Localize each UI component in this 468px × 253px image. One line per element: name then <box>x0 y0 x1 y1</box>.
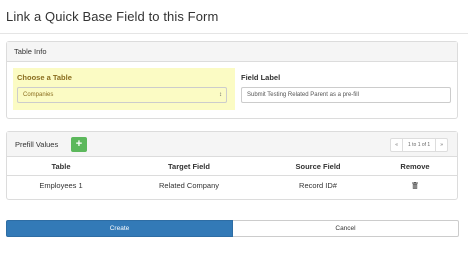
column-header-source-field: Source Field <box>295 162 341 171</box>
field-label-label: Field Label <box>241 73 281 82</box>
choose-table-group: Choose a Table Companies ↕ <box>13 68 235 110</box>
table-info-panel: Table Info Choose a Table Companies ↕ Fi… <box>6 41 458 119</box>
select-caret-icon: ↕ <box>219 92 222 98</box>
table-row: Employees 1 Related Company Record ID# <box>7 176 457 195</box>
prefill-values-panel: Prefill Values + « 1 to 1 of 1 » Table T… <box>6 131 458 200</box>
pager-page-text: 1 to 1 of 1 <box>401 139 437 151</box>
trash-icon[interactable] <box>412 182 418 189</box>
column-header-table: Table <box>51 162 71 171</box>
column-header-remove: Remove <box>400 162 430 171</box>
row-table-cell: Employees 1 <box>39 181 83 190</box>
row-source-field-cell: Record ID# <box>299 181 337 190</box>
table-select-value: Companies <box>23 92 54 98</box>
create-button[interactable]: Create <box>6 220 233 237</box>
title-divider <box>0 33 468 34</box>
cancel-button[interactable]: Cancel <box>233 220 459 237</box>
field-label-input[interactable]: Submit Testing Related Parent as a pre-f… <box>241 87 451 103</box>
choose-table-label: Choose a Table <box>17 73 72 82</box>
prefill-title: Prefill Values <box>15 140 59 149</box>
table-header-row: Table Target Field Source Field Remove <box>7 157 457 176</box>
row-remove-cell <box>373 176 457 195</box>
add-prefill-button[interactable]: + <box>71 137 87 152</box>
pagination: « 1 to 1 of 1 » <box>390 138 448 152</box>
prefill-table: Table Target Field Source Field Remove E… <box>7 157 457 195</box>
pager-prev-button[interactable]: « <box>391 139 402 151</box>
pager-next-button[interactable]: » <box>436 139 447 151</box>
column-header-target-field: Target Field <box>168 162 210 171</box>
table-info-header: Table Info <box>7 42 457 62</box>
prefill-header: Prefill Values + « 1 to 1 of 1 » <box>7 132 457 157</box>
dialog-title: Link a Quick Base Field to this Form <box>6 9 219 24</box>
row-target-field-cell: Related Company <box>158 181 220 190</box>
table-select[interactable]: Companies ↕ <box>17 87 227 103</box>
